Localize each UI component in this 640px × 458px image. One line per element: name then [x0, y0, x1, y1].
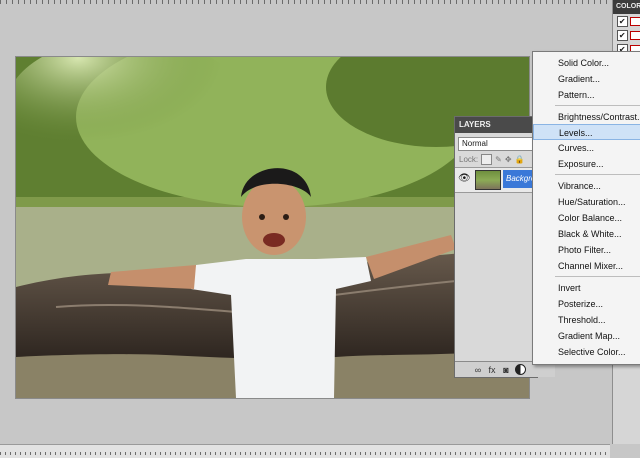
menu-item-hue-saturation[interactable]: Hue/Saturation...: [533, 194, 640, 210]
swatch-chip: [629, 30, 640, 40]
lock-transparent-icon[interactable]: [481, 153, 493, 165]
swatch-row[interactable]: ✔: [613, 28, 640, 42]
document-canvas[interactable]: [15, 56, 530, 399]
color-panel-header[interactable]: COLOR: [613, 0, 640, 14]
checkbox[interactable]: ✔: [617, 29, 628, 41]
menu-item-channel-mixer[interactable]: Channel Mixer...: [533, 258, 640, 274]
menu-item-solid-color[interactable]: Solid Color...: [533, 55, 640, 71]
menu-item-color-balance[interactable]: Color Balance...: [533, 210, 640, 226]
menu-separator: [555, 276, 640, 277]
menu-item-vibrance[interactable]: Vibrance...: [533, 178, 640, 194]
layer-row-background[interactable]: 👁 Background: [455, 167, 540, 193]
eye-icon[interactable]: 👁: [458, 173, 471, 185]
menu-item-posterize[interactable]: Posterize...: [533, 296, 640, 312]
menu-item-levels[interactable]: Levels...: [533, 124, 640, 140]
status-bar: [0, 444, 610, 458]
menu-item-pattern[interactable]: Pattern...: [533, 87, 640, 103]
layer-thumbnail: [475, 170, 501, 190]
menu-item-photo-filter[interactable]: Photo Filter...: [533, 242, 640, 258]
menu-item-invert[interactable]: Invert: [533, 280, 640, 296]
move-icon[interactable]: ✥: [505, 155, 512, 164]
menu-item-gradient-map[interactable]: Gradient Map...: [533, 328, 640, 344]
menu-item-brightness-contrast[interactable]: Brightness/Contrast...: [533, 109, 640, 125]
adjustment-layer-icon[interactable]: [515, 364, 526, 375]
menu-item-curves[interactable]: Curves...: [533, 140, 640, 156]
blend-mode-select[interactable]: Normal: [458, 137, 537, 151]
lock-icon[interactable]: 🔒: [515, 155, 525, 164]
adjustment-layer-menu: Solid Color... Gradient... Pattern... Br…: [532, 51, 640, 365]
lock-row: Lock: ✎ ✥ 🔒: [459, 153, 525, 165]
ruler-bottom: [0, 452, 610, 455]
menu-item-exposure[interactable]: Exposure...: [533, 156, 640, 172]
lock-label: Lock:: [459, 154, 479, 164]
menu-item-selective-color[interactable]: Selective Color...: [533, 344, 640, 360]
photo-image: [16, 57, 529, 398]
layers-tab[interactable]: LAYERS: [455, 117, 537, 133]
menu-separator: [555, 105, 640, 106]
ruler-top: [0, 0, 640, 4]
brush-icon[interactable]: ✎: [495, 155, 502, 164]
link-icon[interactable]: ∞: [473, 365, 483, 375]
fx-button[interactable]: fx: [487, 365, 497, 375]
swatch-row[interactable]: ✔: [613, 14, 640, 28]
swatch-chip: [629, 16, 640, 26]
mask-icon[interactable]: ◙: [501, 365, 511, 375]
layers-panel: LAYERS Normal Lock: ✎ ✥ 🔒 👁 Background ∞…: [454, 116, 555, 378]
menu-item-black-white[interactable]: Black & White...: [533, 226, 640, 242]
menu-item-gradient[interactable]: Gradient...: [533, 71, 640, 87]
menu-item-threshold[interactable]: Threshold...: [533, 312, 640, 328]
checkbox[interactable]: ✔: [617, 15, 628, 27]
menu-separator: [555, 174, 640, 175]
